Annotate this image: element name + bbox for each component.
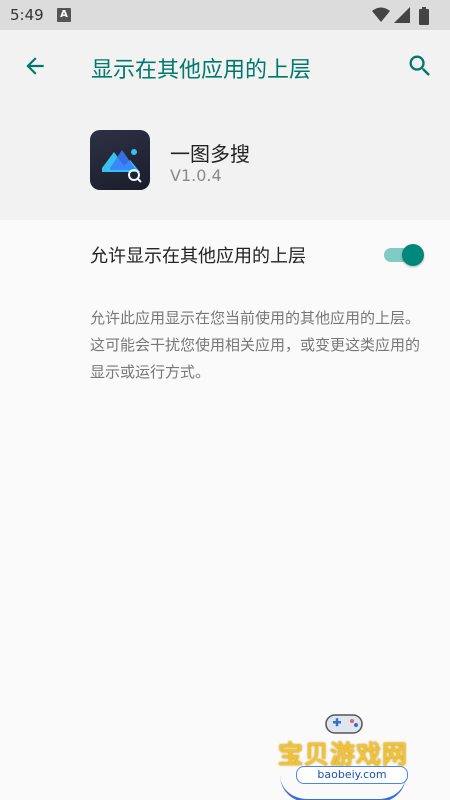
- app-header: 一图多搜 V1.0.4: [0, 102, 450, 220]
- app-bar: 显示在其他应用的上层: [0, 30, 450, 102]
- overlay-permission-toggle[interactable]: [384, 244, 426, 268]
- battery-icon: [419, 7, 429, 25]
- screen: 5:49 A 显示在其他应用的上层 一图多搜 V1.0.4 允许显示在其他应用的…: [0, 0, 450, 800]
- status-bar: 5:49 A: [0, 0, 450, 30]
- app-icon: [90, 130, 150, 190]
- search-icon[interactable]: [406, 52, 434, 80]
- app-name: 一图多搜: [170, 142, 250, 166]
- app-version: V1.0.4: [170, 166, 222, 185]
- page-title: 显示在其他应用的上层: [91, 58, 312, 83]
- watermark-logo: 宝贝游戏网 baobeiy.com: [276, 705, 436, 800]
- wifi-icon: [372, 7, 390, 22]
- overlay-permission-row[interactable]: 允许显示在其他应用的上层: [0, 220, 450, 288]
- watermark-arc: [280, 775, 406, 800]
- arrow-back-icon[interactable]: [22, 53, 48, 79]
- status-time: 5:49: [10, 6, 44, 24]
- mountain-search-icon: [102, 149, 142, 183]
- a-icon: A: [57, 8, 71, 22]
- gamepad-icon: [325, 714, 363, 734]
- permission-description: 允许此应用显示在您当前使用的其他应用的上层。这可能会干扰您使用相关应用，或变更这…: [90, 309, 421, 381]
- toggle-thumb: [402, 244, 424, 266]
- setting-label: 允许显示在其他应用的上层: [90, 246, 306, 267]
- status-icons: [372, 7, 442, 25]
- signal-icon: [394, 7, 410, 23]
